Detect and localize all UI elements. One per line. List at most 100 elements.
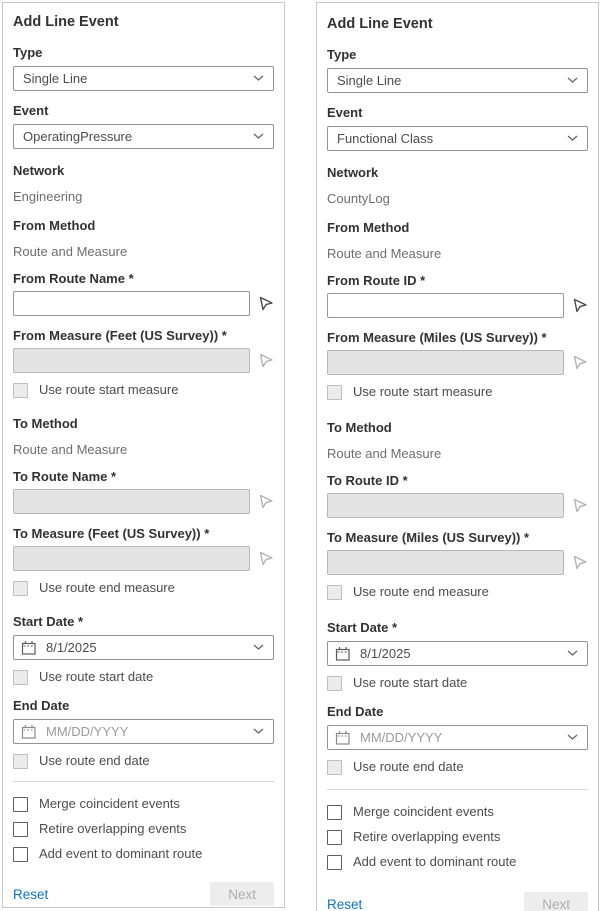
merge-coincident-events-row[interactable]: Merge coincident events: [13, 796, 274, 812]
to-method-value: Route and Measure: [13, 442, 274, 457]
retire-overlapping-events-checkbox[interactable]: [327, 830, 342, 845]
use-route-start-measure-checkbox: [327, 385, 342, 400]
start-date-label: Start Date *: [327, 620, 588, 635]
retire-overlapping-events-label: Retire overlapping events: [353, 829, 500, 845]
calendar-icon: [21, 724, 37, 740]
calendar-icon: [335, 646, 351, 662]
to-route-label: To Route Name *: [13, 469, 274, 484]
map-select-arrow-icon: [258, 493, 275, 510]
start-date-value: 8/1/2025: [360, 646, 567, 661]
use-route-start-measure-row: Use route start measure: [13, 382, 274, 398]
add-event-dominant-route-row[interactable]: Add event to dominant route: [327, 854, 588, 870]
next-button: Next: [210, 882, 274, 906]
map-select-arrow-icon: [258, 550, 275, 567]
from-route-input[interactable]: [13, 291, 250, 316]
chevron-down-icon: [567, 734, 578, 741]
from-measure-label: From Measure (Feet (US Survey)) *: [13, 328, 274, 343]
type-label: Type: [327, 47, 588, 62]
merge-coincident-events-label: Merge coincident events: [39, 796, 180, 812]
to-measure-input: [327, 550, 564, 575]
to-route-label: To Route ID *: [327, 473, 588, 488]
chevron-down-icon: [253, 75, 264, 82]
from-measure-input: [13, 348, 250, 373]
page-title: Add Line Event: [13, 14, 274, 31]
event-select[interactable]: Functional Class: [327, 126, 588, 151]
options-divider: [327, 789, 588, 790]
add-line-event-panel-right: Add Line Event Type Single Line Event Fu…: [316, 2, 599, 911]
page-title: Add Line Event: [327, 16, 588, 33]
use-route-end-date-label: Use route end date: [39, 753, 150, 769]
map-select-arrow-icon: [572, 554, 589, 571]
use-route-start-date-row: Use route start date: [13, 669, 274, 685]
map-select-arrow-icon[interactable]: [258, 295, 275, 312]
to-measure-label: To Measure (Miles (US Survey)) *: [327, 530, 588, 545]
map-select-arrow-icon: [258, 352, 275, 369]
from-measure-label: From Measure (Miles (US Survey)) *: [327, 330, 588, 345]
reset-link[interactable]: Reset: [13, 887, 48, 902]
end-date-placeholder: MM/DD/YYYY: [46, 724, 253, 739]
chevron-down-icon: [567, 135, 578, 142]
end-date-label: End Date: [13, 698, 274, 713]
event-label: Event: [13, 103, 274, 118]
use-route-start-date-checkbox: [13, 670, 28, 685]
network-label: Network: [13, 163, 274, 178]
from-measure-input: [327, 350, 564, 375]
event-select[interactable]: OperatingPressure: [13, 124, 274, 149]
add-event-dominant-route-label: Add event to dominant route: [39, 846, 202, 862]
end-date-placeholder: MM/DD/YYYY: [360, 730, 567, 745]
to-measure-input: [13, 546, 250, 571]
add-event-dominant-route-row[interactable]: Add event to dominant route: [13, 846, 274, 862]
use-route-end-date-checkbox: [327, 760, 342, 775]
use-route-start-measure-label: Use route start measure: [39, 382, 178, 398]
retire-overlapping-events-checkbox[interactable]: [13, 822, 28, 837]
start-date-label: Start Date *: [13, 614, 274, 629]
from-method-label: From Method: [13, 218, 274, 233]
chevron-down-icon: [253, 728, 264, 735]
from-route-input[interactable]: [327, 293, 564, 318]
type-select[interactable]: Single Line: [13, 66, 274, 91]
event-select-value: OperatingPressure: [23, 129, 253, 144]
start-date-picker[interactable]: 8/1/2025: [13, 635, 274, 660]
options-divider: [13, 781, 274, 782]
type-label: Type: [13, 45, 274, 60]
chevron-down-icon: [567, 650, 578, 657]
start-date-picker[interactable]: 8/1/2025: [327, 641, 588, 666]
calendar-icon: [335, 730, 351, 746]
map-select-arrow-icon: [572, 497, 589, 514]
from-method-value: Route and Measure: [13, 244, 274, 259]
reset-link[interactable]: Reset: [327, 897, 362, 911]
end-date-picker[interactable]: MM/DD/YYYY: [327, 725, 588, 750]
type-select[interactable]: Single Line: [327, 68, 588, 93]
retire-overlapping-events-row[interactable]: Retire overlapping events: [327, 829, 588, 845]
calendar-icon: [21, 640, 37, 656]
event-label: Event: [327, 105, 588, 120]
from-route-label: From Route ID *: [327, 273, 588, 288]
add-event-dominant-route-label: Add event to dominant route: [353, 854, 516, 870]
to-route-input: [13, 489, 250, 514]
type-select-value: Single Line: [337, 73, 567, 88]
use-route-end-measure-label: Use route end measure: [353, 584, 489, 600]
use-route-end-measure-checkbox: [13, 581, 28, 596]
retire-overlapping-events-label: Retire overlapping events: [39, 821, 186, 837]
end-date-picker[interactable]: MM/DD/YYYY: [13, 719, 274, 744]
merge-coincident-events-row[interactable]: Merge coincident events: [327, 804, 588, 820]
merge-coincident-events-checkbox[interactable]: [13, 797, 28, 812]
use-route-end-date-label: Use route end date: [353, 759, 464, 775]
add-event-dominant-route-checkbox[interactable]: [13, 847, 28, 862]
from-method-label: From Method: [327, 220, 588, 235]
use-route-end-measure-checkbox: [327, 585, 342, 600]
to-measure-label: To Measure (Feet (US Survey)) *: [13, 526, 274, 541]
merge-coincident-events-checkbox[interactable]: [327, 805, 342, 820]
network-label: Network: [327, 165, 588, 180]
use-route-start-measure-checkbox: [13, 383, 28, 398]
chevron-down-icon: [253, 133, 264, 140]
map-select-arrow-icon[interactable]: [572, 297, 589, 314]
add-event-dominant-route-checkbox[interactable]: [327, 855, 342, 870]
retire-overlapping-events-row[interactable]: Retire overlapping events: [13, 821, 274, 837]
add-line-event-panel-left: Add Line Event Type Single Line Event Op…: [2, 2, 285, 908]
end-date-label: End Date: [327, 704, 588, 719]
use-route-start-date-checkbox: [327, 676, 342, 691]
start-date-value: 8/1/2025: [46, 640, 253, 655]
to-method-label: To Method: [13, 416, 274, 431]
event-select-value: Functional Class: [337, 131, 567, 146]
